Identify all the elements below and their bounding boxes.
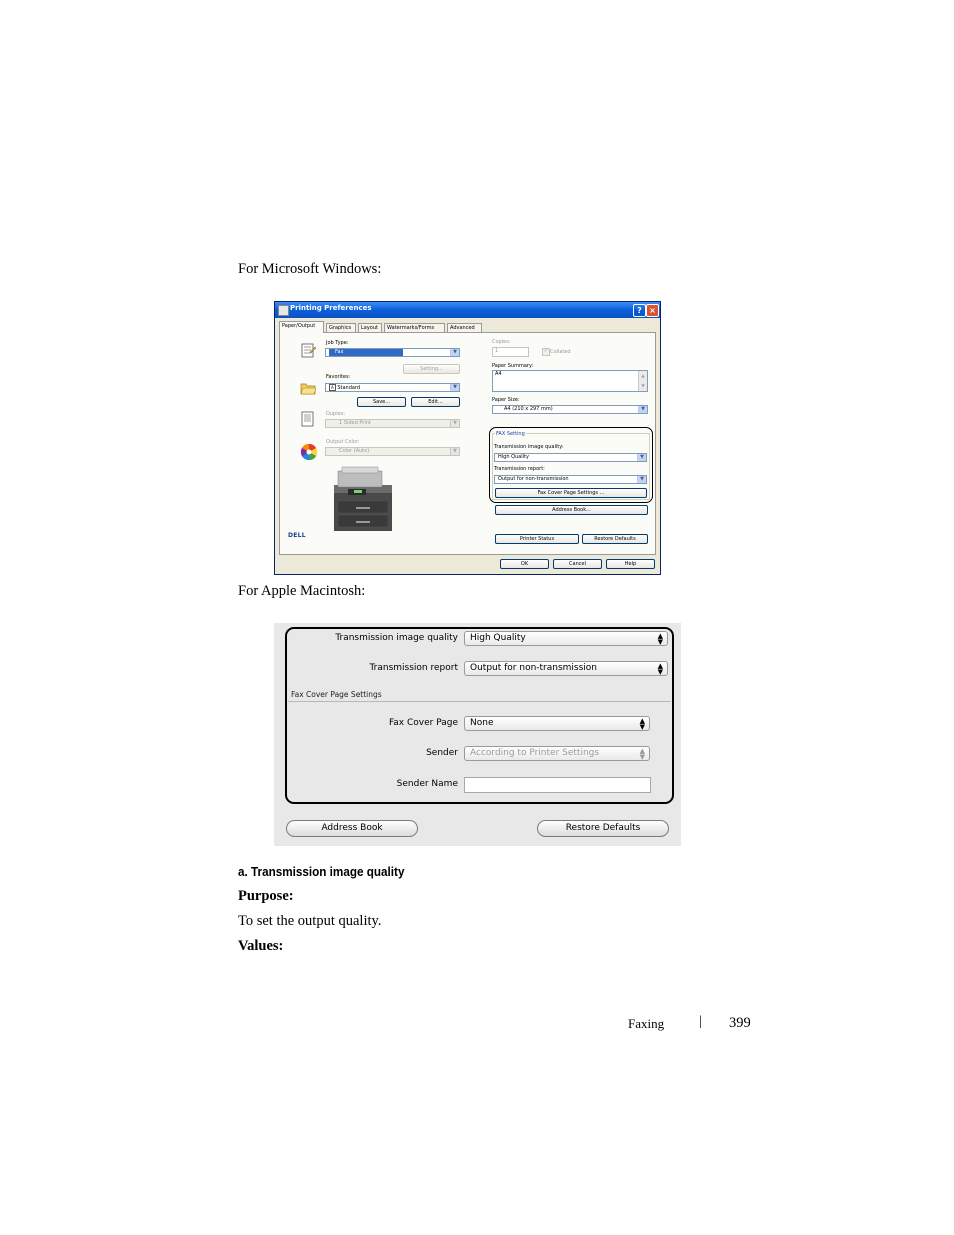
mac-sender-name-label: Sender Name [396, 779, 458, 789]
paper-size-select[interactable]: A4 (210 x 297 mm) ▼ [492, 405, 648, 414]
collated-label: Collated [550, 349, 571, 355]
printer-icon [278, 305, 289, 316]
help-icon[interactable]: ? [633, 304, 646, 317]
mac-sender-popup[interactable]: According to Printer Settings ▲ ▼ [464, 746, 650, 761]
help-button[interactable]: Help [606, 559, 655, 569]
tab-advanced[interactable]: Advanced [447, 323, 482, 332]
mac-address-book-button[interactable]: Address Book [286, 820, 418, 837]
tab-graphics[interactable]: Graphics [326, 323, 356, 332]
title-bar[interactable]: Printing Preferences ? × [275, 302, 660, 318]
updown-arrows-icon: ▲ ▼ [639, 717, 645, 731]
paper-size-label: Paper Size: [492, 397, 520, 403]
chevron-down-icon: ▼ [450, 384, 459, 391]
transmission-report-label: Transmission report: [494, 466, 545, 472]
transmission-quality-label: Transmission image quality: [494, 444, 564, 450]
printer-status-button[interactable]: Printer Status [495, 534, 579, 544]
collated-checkbox[interactable]: ✓ [542, 348, 550, 356]
footer-separator: | [699, 1014, 702, 1029]
paper-output-panel: Job Type: Fax ▼ Setting... Favorites: A … [279, 332, 656, 555]
mac-fax-cover-label: Fax Cover Page [388, 718, 458, 728]
intro-mac: For Apple Macintosh: [238, 583, 366, 599]
ok-button[interactable]: OK [500, 559, 549, 569]
copies-label: Copies: [492, 339, 511, 345]
purpose-label: Purpose: [238, 888, 294, 904]
mac-restore-defaults-button[interactable]: Restore Defaults [537, 820, 669, 837]
mac-transmission-report-label: Transmission report [369, 663, 459, 673]
scrollbar[interactable]: ▲ ▼ [638, 371, 647, 391]
favorites-select[interactable]: A Standard ▼ [325, 383, 460, 392]
transmission-quality-value: High Quality [498, 454, 529, 460]
mac-transmission-report-value: Output for non-transmission [470, 663, 598, 673]
fax-cover-page-settings-button[interactable]: Fax Cover Page Settings ... [495, 488, 647, 498]
mac-fax-cover-popup[interactable]: None ▲ ▼ [464, 716, 650, 731]
paper-size-value: A4 (210 x 297 mm) [504, 406, 553, 412]
copies-input[interactable]: 1 [492, 347, 529, 357]
job-type-icon [301, 343, 316, 358]
intro-windows: For Microsoft Windows: [238, 261, 382, 277]
output-color-value: Color (Auto) [339, 448, 370, 454]
page-number: 399 [729, 1015, 751, 1031]
duplex-value: 1 Sided Print [339, 420, 371, 426]
duplex-label: Duplex: [326, 411, 346, 417]
job-type-select[interactable]: Fax ▼ [325, 348, 460, 357]
section-heading: a. Transmission image quality [238, 864, 405, 879]
chevron-down-icon: ▼ [637, 476, 646, 483]
purpose-text: To set the output quality. [238, 913, 382, 929]
favorites-folder-icon [300, 383, 316, 395]
duplex-icon [301, 411, 314, 427]
dell-logo: DELL [288, 532, 306, 539]
favorites-badge: A [329, 384, 336, 391]
mac-transmission-quality-popup[interactable]: High Quality ▲ ▼ [464, 631, 668, 646]
output-color-select[interactable]: Color (Auto) ▼ [325, 447, 460, 456]
transmission-quality-select[interactable]: High Quality ▼ [494, 453, 647, 462]
updown-arrows-icon: ▲ ▼ [657, 632, 663, 646]
windows-printing-preferences-dialog: Printing Preferences ? × Paper/Output Gr… [274, 301, 661, 575]
tab-layout[interactable]: Layout [358, 323, 382, 332]
chevron-down-icon: ▼ [450, 349, 459, 356]
updown-arrows-icon: ▲ ▼ [657, 662, 663, 676]
output-color-label: Output Color: [326, 439, 360, 445]
mac-fax-cover-value: None [470, 718, 494, 728]
paper-summary-value: A4 [495, 371, 502, 377]
chevron-down-icon: ▼ [450, 420, 459, 427]
chevron-down-icon: ▼ [638, 406, 647, 413]
mac-transmission-quality-value: High Quality [470, 633, 526, 643]
tab-watermarks-forms[interactable]: Watermarks/Forms [384, 323, 445, 332]
color-wheel-icon [300, 443, 318, 461]
edit-button[interactable]: Edit... [411, 397, 460, 407]
close-icon[interactable]: × [646, 304, 659, 317]
duplex-select[interactable]: 1 Sided Print ▼ [325, 419, 460, 428]
mac-transmission-quality-label: Transmission image quality [335, 633, 458, 643]
values-label: Values: [238, 938, 284, 954]
paper-summary-box: A4 ▲ ▼ [492, 370, 648, 392]
cover-section-title: Fax Cover Page Settings [291, 690, 382, 699]
tab-paper-output[interactable]: Paper/Output [279, 321, 324, 333]
favorites-value: Standard [337, 385, 361, 391]
favorites-label: Favorites: [326, 374, 351, 380]
job-type-label: Job Type: [326, 340, 349, 346]
mac-sender-value: According to Printer Settings [470, 748, 600, 758]
save-button[interactable]: Save... [357, 397, 406, 407]
dialog-title: Printing Preferences [290, 304, 372, 312]
transmission-report-select[interactable]: Output for non-transmission ▼ [494, 475, 647, 484]
chevron-down-icon: ▼ [450, 448, 459, 455]
mac-fax-settings-panel: Transmission image quality High Quality … [274, 623, 681, 846]
fax-setting-title: FAX Setting [495, 431, 526, 437]
section-divider [288, 701, 671, 702]
footer-section: Faxing [628, 1016, 665, 1031]
setting-button[interactable]: Setting... [403, 364, 460, 374]
mac-sender-label: Sender [426, 748, 458, 758]
printer-illustration [334, 466, 392, 531]
updown-arrows-icon: ▲ ▼ [639, 747, 645, 761]
restore-defaults-button[interactable]: Restore Defaults [582, 534, 648, 544]
chevron-down-icon: ▼ [637, 454, 646, 461]
mac-sender-name-input[interactable] [464, 777, 651, 793]
address-book-button[interactable]: Address Book... [495, 505, 648, 515]
transmission-report-value: Output for non-transmission [498, 476, 569, 482]
paper-summary-label: Paper Summary: [492, 363, 534, 369]
mac-transmission-report-popup[interactable]: Output for non-transmission ▲ ▼ [464, 661, 668, 676]
job-type-value: Fax [329, 349, 404, 356]
cancel-button[interactable]: Cancel [553, 559, 602, 569]
